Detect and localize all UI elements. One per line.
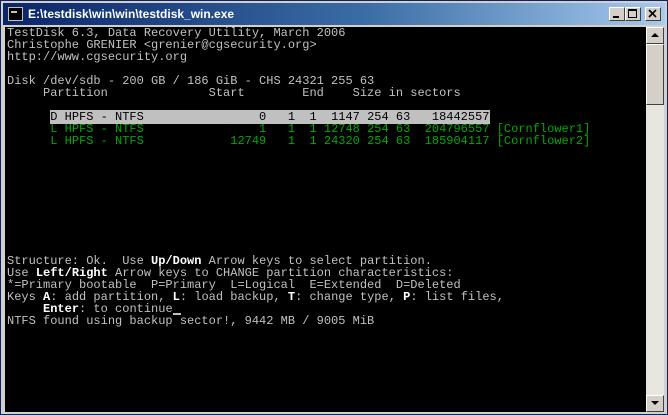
window-title: E:\testdisk\win\win\testdisk_win.exe: [28, 7, 235, 21]
maximize-icon: [628, 9, 637, 18]
keys-text-e: : list files,: [410, 290, 504, 304]
partition-row-text: L HPFS - NTFS 12749 1 1 24320 254 63 185…: [50, 134, 490, 148]
console-window: E:\testdisk\win\win\testdisk_win.exe Tes…: [0, 0, 668, 415]
minimize-icon: [613, 16, 619, 18]
header-line-3: http://www.cgsecurity.org: [7, 50, 188, 64]
partition-row[interactable]: L HPFS - NTFS 1 1 1 12748 254 63 2047965…: [7, 111, 590, 135]
partition-table-header: Partition Start End Size in sectors: [7, 86, 461, 100]
key-t: T: [287, 290, 296, 304]
close-button[interactable]: [645, 7, 661, 21]
title-bar[interactable]: E:\testdisk\win\win\testdisk_win.exe: [3, 3, 665, 25]
close-icon: [648, 9, 657, 18]
vertical-scrollbar[interactable]: [646, 27, 664, 412]
scroll-up-button[interactable]: [646, 27, 664, 44]
arrow-up-icon: [651, 33, 659, 37]
partition-row[interactable]: L HPFS - NTFS 12749 1 1 24320 254 63 185…: [7, 123, 590, 147]
maximize-button[interactable]: [625, 7, 641, 21]
status-message: NTFS found using backup sector!, 9442 MB…: [7, 314, 375, 328]
scroll-thumb[interactable]: [646, 44, 664, 105]
arrow-down-icon: [651, 401, 659, 405]
minimize-button[interactable]: [609, 7, 625, 21]
scroll-down-button[interactable]: [646, 395, 664, 412]
console-output[interactable]: TestDisk 6.3, Data Recovery Utility, Mar…: [5, 27, 646, 412]
keys-text-c: : load backup,: [179, 290, 288, 304]
partition-volume-label: [Cornflower2]: [496, 134, 591, 148]
partition-row[interactable]: D HPFS - NTFS 0 1 1 1147 254 63 18442557: [7, 99, 490, 124]
console-app-icon[interactable]: [8, 7, 23, 21]
key-l: L: [172, 290, 180, 304]
keys-text-d: : change type,: [295, 290, 404, 304]
